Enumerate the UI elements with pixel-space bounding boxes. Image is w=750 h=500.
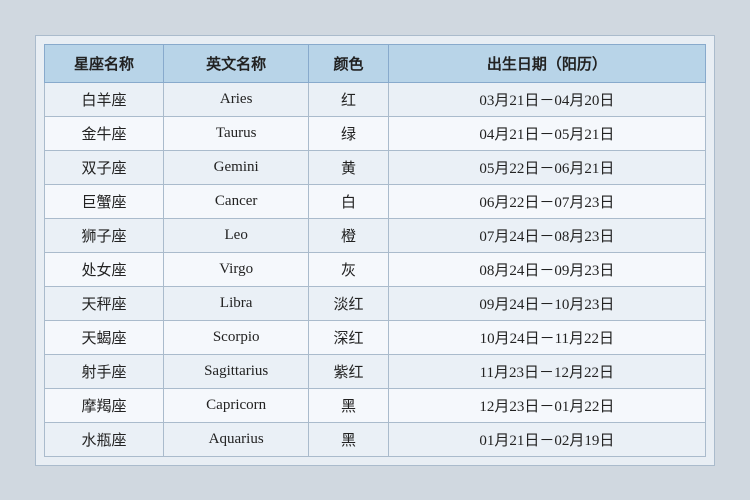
cell-english: Aries	[163, 82, 308, 116]
cell-color: 深红	[309, 320, 388, 354]
cell-english: Aquarius	[163, 422, 308, 456]
header-english: 英文名称	[163, 44, 308, 82]
cell-english: Scorpio	[163, 320, 308, 354]
zodiac-table: 星座名称 英文名称 颜色 出生日期（阳历） 白羊座Aries红03月21日－04…	[44, 44, 706, 457]
table-row: 水瓶座Aquarius黑01月21日－02月19日	[45, 422, 706, 456]
cell-date: 11月23日－12月22日	[388, 354, 705, 388]
cell-chinese: 巨蟹座	[45, 184, 164, 218]
cell-chinese: 摩羯座	[45, 388, 164, 422]
cell-english: Libra	[163, 286, 308, 320]
cell-chinese: 处女座	[45, 252, 164, 286]
zodiac-table-container: 星座名称 英文名称 颜色 出生日期（阳历） 白羊座Aries红03月21日－04…	[35, 35, 715, 466]
cell-english: Virgo	[163, 252, 308, 286]
table-row: 狮子座Leo橙07月24日－08月23日	[45, 218, 706, 252]
cell-chinese: 狮子座	[45, 218, 164, 252]
cell-chinese: 天蝎座	[45, 320, 164, 354]
table-row: 射手座Sagittarius紫红11月23日－12月22日	[45, 354, 706, 388]
cell-english: Leo	[163, 218, 308, 252]
cell-date: 04月21日－05月21日	[388, 116, 705, 150]
cell-english: Gemini	[163, 150, 308, 184]
cell-color: 灰	[309, 252, 388, 286]
cell-date: 07月24日－08月23日	[388, 218, 705, 252]
table-header-row: 星座名称 英文名称 颜色 出生日期（阳历）	[45, 44, 706, 82]
cell-date: 08月24日－09月23日	[388, 252, 705, 286]
cell-color: 白	[309, 184, 388, 218]
header-date: 出生日期（阳历）	[388, 44, 705, 82]
header-chinese: 星座名称	[45, 44, 164, 82]
table-row: 摩羯座Capricorn黑12月23日－01月22日	[45, 388, 706, 422]
cell-date: 09月24日－10月23日	[388, 286, 705, 320]
table-row: 巨蟹座Cancer白06月22日－07月23日	[45, 184, 706, 218]
cell-chinese: 白羊座	[45, 82, 164, 116]
table-row: 天蝎座Scorpio深红10月24日－11月22日	[45, 320, 706, 354]
cell-english: Sagittarius	[163, 354, 308, 388]
cell-color: 黄	[309, 150, 388, 184]
cell-color: 黑	[309, 422, 388, 456]
cell-chinese: 射手座	[45, 354, 164, 388]
cell-date: 01月21日－02月19日	[388, 422, 705, 456]
cell-date: 06月22日－07月23日	[388, 184, 705, 218]
cell-english: Capricorn	[163, 388, 308, 422]
table-row: 处女座Virgo灰08月24日－09月23日	[45, 252, 706, 286]
cell-english: Cancer	[163, 184, 308, 218]
cell-color: 紫红	[309, 354, 388, 388]
table-row: 双子座Gemini黄05月22日－06月21日	[45, 150, 706, 184]
cell-date: 12月23日－01月22日	[388, 388, 705, 422]
table-row: 金牛座Taurus绿04月21日－05月21日	[45, 116, 706, 150]
cell-color: 绿	[309, 116, 388, 150]
cell-color: 黑	[309, 388, 388, 422]
cell-chinese: 金牛座	[45, 116, 164, 150]
cell-date: 03月21日－04月20日	[388, 82, 705, 116]
cell-color: 橙	[309, 218, 388, 252]
cell-date: 10月24日－11月22日	[388, 320, 705, 354]
cell-color: 红	[309, 82, 388, 116]
cell-chinese: 双子座	[45, 150, 164, 184]
cell-english: Taurus	[163, 116, 308, 150]
table-row: 白羊座Aries红03月21日－04月20日	[45, 82, 706, 116]
cell-chinese: 天秤座	[45, 286, 164, 320]
cell-date: 05月22日－06月21日	[388, 150, 705, 184]
cell-chinese: 水瓶座	[45, 422, 164, 456]
header-color: 颜色	[309, 44, 388, 82]
cell-color: 淡红	[309, 286, 388, 320]
table-body: 白羊座Aries红03月21日－04月20日金牛座Taurus绿04月21日－0…	[45, 82, 706, 456]
table-row: 天秤座Libra淡红09月24日－10月23日	[45, 286, 706, 320]
